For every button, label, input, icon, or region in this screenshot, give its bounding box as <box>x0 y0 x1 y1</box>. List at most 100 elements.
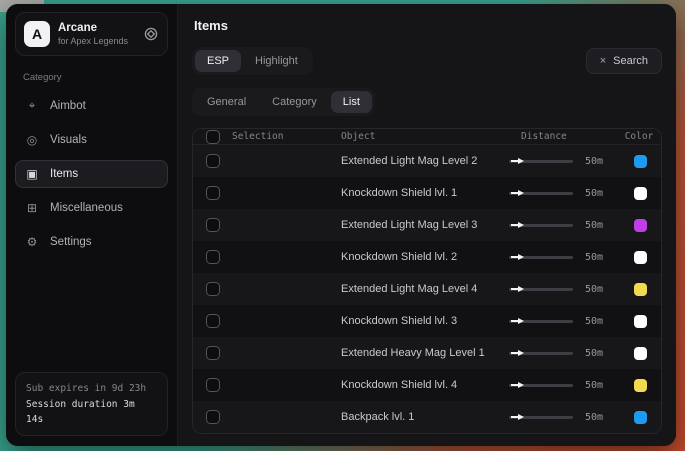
distance-slider[interactable] <box>509 314 573 328</box>
distance-value: 50m <box>585 284 613 295</box>
main-panel: Items ESPHighlight × Search GeneralCateg… <box>178 4 676 446</box>
color-swatch[interactable] <box>634 347 647 360</box>
gear-icon: ⚙ <box>24 235 40 249</box>
sidebar-section-label: Category <box>23 72 168 83</box>
row-checkbox[interactable] <box>206 250 220 264</box>
eye-icon: ◎ <box>24 133 40 147</box>
distance-slider[interactable] <box>509 154 573 168</box>
row-checkbox[interactable] <box>206 218 220 232</box>
object-label: Backpack lvl. 1 <box>341 411 509 423</box>
distance-slider[interactable] <box>509 378 573 392</box>
sidebar-item-settings[interactable]: ⚙ Settings <box>15 228 168 256</box>
app-title: Arcane <box>58 21 135 35</box>
slider-thumb[interactable] <box>511 318 524 324</box>
row-checkbox[interactable] <box>206 314 220 328</box>
object-label: Knockdown Shield lvl. 1 <box>341 187 509 199</box>
color-swatch[interactable] <box>634 187 647 200</box>
sidebar-item-visuals[interactable]: ◎ Visuals <box>15 126 168 154</box>
distance-slider[interactable] <box>509 346 573 360</box>
object-label: Extended Heavy Mag Level 1 <box>341 347 509 359</box>
slider-thumb[interactable] <box>511 158 524 164</box>
color-swatch[interactable] <box>634 155 647 168</box>
row-checkbox[interactable] <box>206 186 220 200</box>
table-row: Knockdown Shield lvl. 1 50m <box>193 177 661 209</box>
table-header: Selection Object Distance Color <box>193 129 661 145</box>
box-icon: ▣ <box>24 167 40 181</box>
distance-slider[interactable] <box>509 410 573 424</box>
slider-thumb[interactable] <box>511 286 524 292</box>
row-checkbox[interactable] <box>206 154 220 168</box>
distance-slider[interactable] <box>509 218 573 232</box>
table-row: Backpack lvl. 1 50m <box>193 401 661 433</box>
crosshair-icon: ⌖ <box>24 98 40 113</box>
column-distance: Distance <box>509 131 619 142</box>
tab-list[interactable]: List <box>331 91 372 113</box>
table-row: Extended Light Mag Level 4 50m <box>193 273 661 305</box>
search-icon: × <box>600 56 606 67</box>
color-swatch[interactable] <box>634 251 647 264</box>
app-subtitle: for Apex Legends <box>58 36 135 47</box>
row-checkbox[interactable] <box>206 346 220 360</box>
row-checkbox[interactable] <box>206 378 220 392</box>
tab-highlight[interactable]: Highlight <box>243 50 310 72</box>
search-button[interactable]: × Search <box>586 48 662 74</box>
color-swatch[interactable] <box>634 315 647 328</box>
tab-category[interactable]: Category <box>260 91 329 113</box>
column-selection: Selection <box>232 131 283 142</box>
table-row: Extended Light Mag Level 2 50m <box>193 145 661 177</box>
distance-slider[interactable] <box>509 186 573 200</box>
select-all-checkbox[interactable] <box>206 130 220 144</box>
emblem-icon[interactable] <box>143 26 159 42</box>
session-duration-text: Session duration 3m 14s <box>26 397 157 427</box>
table-row: Knockdown Shield lvl. 4 50m <box>193 369 661 401</box>
object-label: Extended Light Mag Level 3 <box>341 219 509 231</box>
items-table: Selection Object Distance Color Extended… <box>192 128 662 434</box>
slider-thumb[interactable] <box>511 222 524 228</box>
sub-expires-text: Sub expires in 9d 23h <box>26 381 157 396</box>
app-header-card: A Arcane for Apex Legends <box>15 12 168 56</box>
table-row: Extended Light Mag Level 3 50m <box>193 209 661 241</box>
object-label: Knockdown Shield lvl. 3 <box>341 315 509 327</box>
sidebar-item-miscellaneous[interactable]: ⊞ Miscellaneous <box>15 194 168 222</box>
column-object: Object <box>341 131 509 142</box>
grid-icon: ⊞ <box>24 201 40 215</box>
slider-thumb[interactable] <box>511 254 524 260</box>
row-checkbox[interactable] <box>206 410 220 424</box>
tab-general[interactable]: General <box>195 91 258 113</box>
tab-esp[interactable]: ESP <box>195 50 241 72</box>
color-swatch[interactable] <box>634 379 647 392</box>
distance-slider[interactable] <box>509 282 573 296</box>
app-logo: A <box>24 21 50 47</box>
app-window: A Arcane for Apex Legends Category ⌖ Aim… <box>6 4 676 446</box>
color-swatch[interactable] <box>634 411 647 424</box>
column-color: Color <box>619 131 661 142</box>
slider-thumb[interactable] <box>511 190 524 196</box>
object-label: Extended Light Mag Level 2 <box>341 155 509 167</box>
table-body: Extended Light Mag Level 2 50m Knockdown… <box>193 145 661 433</box>
distance-value: 50m <box>585 220 613 231</box>
distance-value: 50m <box>585 348 613 359</box>
slider-thumb[interactable] <box>511 414 524 420</box>
mode-tabs: ESPHighlight <box>192 47 313 75</box>
table-row: Knockdown Shield lvl. 2 50m <box>193 241 661 273</box>
object-label: Extended Light Mag Level 4 <box>341 283 509 295</box>
object-label: Knockdown Shield lvl. 2 <box>341 251 509 263</box>
sidebar-item-items[interactable]: ▣ Items <box>15 160 168 188</box>
distance-value: 50m <box>585 316 613 327</box>
row-checkbox[interactable] <box>206 282 220 296</box>
sidebar-nav: ⌖ Aimbot ◎ Visuals ▣ Items ⊞ Miscellaneo… <box>15 91 168 256</box>
table-row: Extended Heavy Mag Level 1 50m <box>193 337 661 369</box>
distance-value: 50m <box>585 412 613 423</box>
distance-value: 50m <box>585 252 613 263</box>
distance-value: 50m <box>585 380 613 391</box>
color-swatch[interactable] <box>634 283 647 296</box>
sidebar: A Arcane for Apex Legends Category ⌖ Aim… <box>6 4 178 446</box>
table-row: Knockdown Shield lvl. 3 50m <box>193 305 661 337</box>
color-swatch[interactable] <box>634 219 647 232</box>
sidebar-item-aimbot[interactable]: ⌖ Aimbot <box>15 91 168 120</box>
slider-thumb[interactable] <box>511 382 524 388</box>
page-title: Items <box>194 18 662 33</box>
distance-slider[interactable] <box>509 250 573 264</box>
slider-thumb[interactable] <box>511 350 524 356</box>
distance-value: 50m <box>585 188 613 199</box>
